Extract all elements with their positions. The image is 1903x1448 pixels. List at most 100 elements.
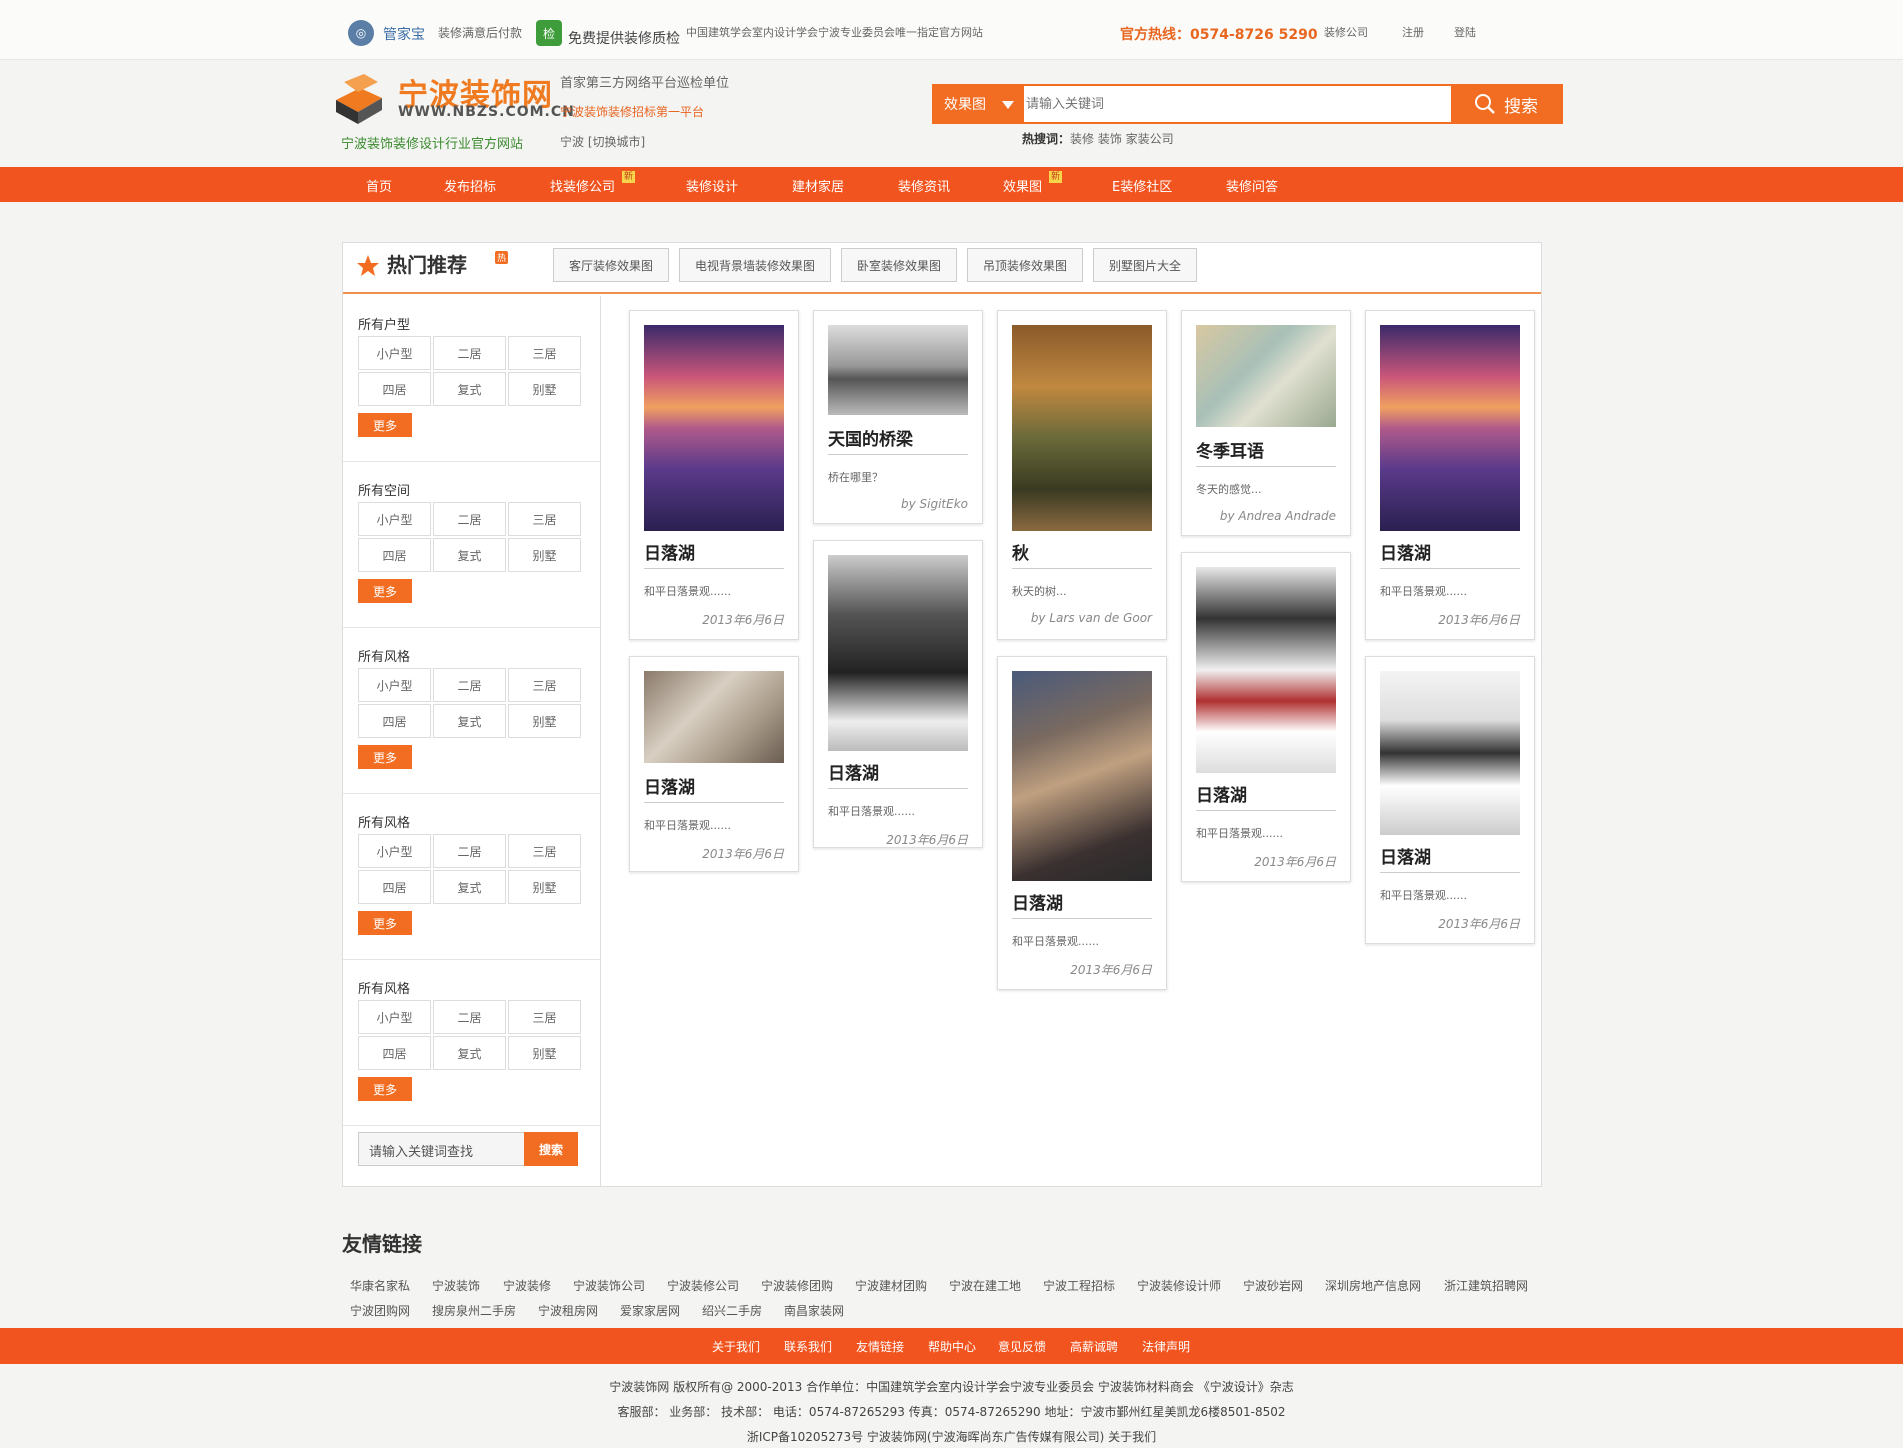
tab-villa[interactable]: 别墅图片大全 (1093, 248, 1197, 282)
search-category-select[interactable]: 效果图 (934, 86, 1024, 122)
tab-bedroom[interactable]: 卧室装修效果图 (841, 248, 957, 282)
friend-link[interactable]: 宁波租房网 (538, 1302, 598, 1319)
friend-link[interactable]: 宁波在建工地 (949, 1277, 1021, 1294)
sidebar-search-input[interactable]: 请输入关键词查找 (358, 1132, 528, 1166)
gallery-card[interactable]: 日落湖 和平日落景观...... 2013年6月6日 (1365, 310, 1535, 640)
friend-link[interactable]: 宁波装修团购 (761, 1277, 833, 1294)
gallery-card[interactable]: 日落湖 和平日落景观...... 2013年6月6日 (813, 540, 983, 848)
gallery-card[interactable]: 日落湖 和平日落景观...... 2013年6月6日 (629, 656, 799, 872)
friend-link[interactable]: 宁波建材团购 (855, 1277, 927, 1294)
friend-link[interactable]: 浙江建筑招聘网 (1444, 1277, 1528, 1294)
friend-link[interactable]: 南昌家装网 (784, 1302, 844, 1319)
gallery-card[interactable]: 天国的桥梁 桥在哪里？ by SigitEko (813, 310, 983, 524)
footer-link[interactable]: 友情链接 (856, 1338, 904, 1355)
copyright-line: 宁波装饰网 版权所有@ 2000-2013 合作单位：中国建筑学会室内设计学会宁… (609, 1380, 1294, 1394)
more-button[interactable]: 更多 (358, 413, 412, 437)
filter-option[interactable]: 三居 (508, 502, 581, 536)
friend-link[interactable]: 宁波工程招标 (1043, 1277, 1115, 1294)
search-input[interactable] (1026, 90, 1456, 118)
filter-option[interactable]: 小户型 (358, 1000, 431, 1034)
more-button[interactable]: 更多 (358, 579, 412, 603)
filter-option[interactable]: 三居 (508, 668, 581, 702)
nav-gallery[interactable]: 效果图新 (1003, 171, 1063, 195)
footer-link[interactable]: 高薪诚聘 (1070, 1338, 1118, 1355)
search-button[interactable]: 搜索 (1451, 86, 1561, 122)
filter-option[interactable]: 复式 (433, 372, 506, 406)
gallery-card[interactable]: 日落湖 和平日落景观...... 2013年6月6日 (997, 656, 1167, 990)
city-switch[interactable]: 宁波 [切换城市] (560, 133, 645, 150)
friend-link[interactable]: 搜房泉州二手房 (432, 1302, 516, 1319)
friend-link[interactable]: 深圳房地产信息网 (1325, 1277, 1421, 1294)
filter-option[interactable]: 二居 (433, 668, 506, 702)
gallery-card[interactable]: 冬季耳语 冬天的感觉... by Andrea Andrade (1181, 310, 1351, 536)
tab-tv-wall[interactable]: 电视背景墙装修效果图 (679, 248, 831, 282)
guanjiabao-label[interactable]: 管家宝 (383, 24, 425, 44)
friend-link[interactable]: 宁波装饰公司 (573, 1277, 645, 1294)
filter-option[interactable]: 小户型 (358, 502, 431, 536)
hot-words-list[interactable]: 装修 装饰 家装公司 (1070, 132, 1174, 146)
tab-ceiling[interactable]: 吊顶装修效果图 (967, 248, 1083, 282)
friend-link[interactable]: 宁波团购网 (350, 1302, 410, 1319)
logo-icon[interactable] (330, 70, 388, 126)
footer-link[interactable]: 意见反馈 (998, 1338, 1046, 1355)
nav-home[interactable]: 首页 (366, 176, 392, 195)
more-button[interactable]: 更多 (358, 911, 412, 935)
filter-option[interactable]: 别墅 (508, 870, 581, 904)
friend-link[interactable]: 绍兴二手房 (702, 1302, 762, 1319)
friend-link[interactable]: 宁波砂岩网 (1243, 1277, 1303, 1294)
filter-option[interactable]: 小户型 (358, 336, 431, 370)
register-link[interactable]: 注册 (1402, 24, 1424, 40)
filter-option[interactable]: 三居 (508, 336, 581, 370)
nav-publish-bid[interactable]: 发布招标 (444, 176, 496, 195)
nav-materials[interactable]: 建材家居 (792, 176, 844, 195)
gallery-card[interactable]: 秋 秋天的树... by Lars van de Goor (997, 310, 1167, 640)
nav-find-company[interactable]: 找装修公司新 (550, 171, 636, 195)
more-button[interactable]: 更多 (358, 745, 412, 769)
gallery-card[interactable]: 日落湖 和平日落景观...... 2013年6月6日 (1181, 552, 1351, 882)
gallery-card[interactable]: 日落湖 和平日落景观...... 2013年6月6日 (629, 310, 799, 640)
filter-option[interactable]: 别墅 (508, 372, 581, 406)
filter-option[interactable]: 复式 (433, 538, 506, 572)
footer-link[interactable]: 联系我们 (784, 1338, 832, 1355)
filter-option[interactable]: 别墅 (508, 538, 581, 572)
filter-option[interactable]: 四居 (358, 870, 431, 904)
filter-option[interactable]: 三居 (508, 834, 581, 868)
filter-option[interactable]: 小户型 (358, 668, 431, 702)
filter-option[interactable]: 四居 (358, 1036, 431, 1070)
filter-option[interactable]: 四居 (358, 538, 431, 572)
filter-option[interactable]: 二居 (433, 502, 506, 536)
friend-link[interactable]: 爱家家居网 (620, 1302, 680, 1319)
filter-option[interactable]: 二居 (433, 336, 506, 370)
sidebar-search-button[interactable]: 搜索 (524, 1132, 578, 1166)
filter-option[interactable]: 别墅 (508, 1036, 581, 1070)
gallery-card[interactable]: 日落湖 和平日落景观...... 2013年6月6日 (1365, 656, 1535, 944)
filter-option[interactable]: 四居 (358, 372, 431, 406)
friend-link[interactable]: 宁波装修 (503, 1277, 551, 1294)
filter-option[interactable]: 二居 (433, 834, 506, 868)
logo-url: WWW.NBZS.COM.CN (398, 104, 575, 120)
login-link[interactable]: 登陆 (1454, 24, 1476, 40)
friend-link[interactable]: 宁波装饰 (432, 1277, 480, 1294)
nav-news[interactable]: 装修资讯 (898, 176, 950, 195)
company-link[interactable]: 装修公司 (1324, 24, 1368, 40)
filter-option[interactable]: 三居 (508, 1000, 581, 1034)
friend-link[interactable]: 华康名家私 (350, 1277, 410, 1294)
footer-link[interactable]: 关于我们 (712, 1338, 760, 1355)
nav-community[interactable]: E装修社区 (1112, 176, 1172, 195)
filter-option[interactable]: 四居 (358, 704, 431, 738)
card-date: 2013年6月6日 (1438, 917, 1520, 931)
filter-option[interactable]: 复式 (433, 704, 506, 738)
filter-option[interactable]: 别墅 (508, 704, 581, 738)
filter-option[interactable]: 复式 (433, 1036, 506, 1070)
filter-option[interactable]: 小户型 (358, 834, 431, 868)
more-button[interactable]: 更多 (358, 1077, 412, 1101)
footer-link[interactable]: 法律声明 (1142, 1338, 1190, 1355)
filter-option[interactable]: 复式 (433, 870, 506, 904)
filter-option[interactable]: 二居 (433, 1000, 506, 1034)
footer-link[interactable]: 帮助中心 (928, 1338, 976, 1355)
friend-link[interactable]: 宁波装修设计师 (1137, 1277, 1221, 1294)
nav-qa[interactable]: 装修问答 (1226, 176, 1278, 195)
tab-living-room[interactable]: 客厅装修效果图 (553, 248, 669, 282)
nav-design[interactable]: 装修设计 (686, 176, 738, 195)
friend-link[interactable]: 宁波装修公司 (667, 1277, 739, 1294)
